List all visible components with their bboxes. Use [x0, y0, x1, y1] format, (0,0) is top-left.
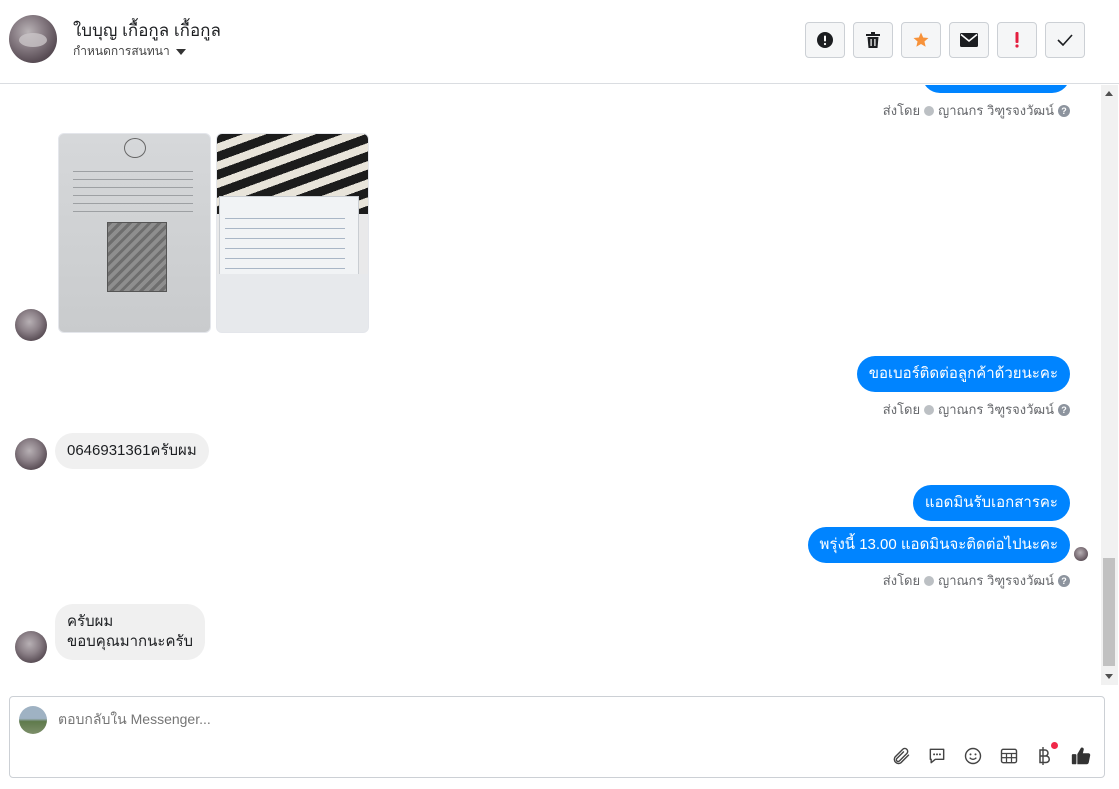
page-avatar: [19, 706, 47, 734]
envelope-icon: [960, 33, 978, 47]
seal-icon: [124, 138, 146, 158]
message-line: ขอบคุณมากนะครับ: [67, 633, 194, 650]
follow-up-button[interactable]: [997, 22, 1037, 58]
mark-unread-button[interactable]: [949, 22, 989, 58]
contact-avatar-small: [15, 438, 47, 470]
reply-composer: [9, 696, 1105, 778]
scroll-up-icon[interactable]: [1105, 91, 1113, 96]
reply-input[interactable]: [58, 711, 858, 727]
message-list[interactable]: ส่งโดย ญาณกร วิฑูรจงวัฒน์ ? ขอเบอร์ติดต่…: [0, 85, 1100, 685]
contact-avatar-small: [15, 631, 47, 663]
photo-attachment-document[interactable]: [58, 133, 211, 333]
caret-down-icon: [175, 48, 186, 55]
incoming-message[interactable]: 0646931361ครับผม: [55, 433, 209, 469]
baht-icon[interactable]: [1034, 742, 1058, 767]
check-circle-icon: [924, 575, 935, 586]
outgoing-message[interactable]: พรุ่งนี้ 13.00 แอดมินจะติดต่อไปนะคะ: [807, 527, 1070, 563]
composer-actions: [890, 742, 1092, 767]
photo-attachment-receipt[interactable]: [216, 133, 369, 333]
sent-by-line: ส่งโดย ญาณกร วิฑูรจงวัฒน์ ?: [883, 399, 1070, 420]
sender-name: ญาณกร วิฑูรจงวัฒน์: [938, 402, 1054, 417]
contact-name[interactable]: ใบบุญ เกื้อกูล เกื้อกูล: [73, 17, 221, 44]
outgoing-message[interactable]: ขอเบอร์ติดต่อลูกค้าด้วยนะคะ: [856, 356, 1070, 392]
trash-icon: [866, 32, 880, 48]
document-map: [107, 222, 167, 292]
assign-conversation-dropdown[interactable]: กำหนดการสนทนา: [73, 42, 186, 61]
star-icon: [913, 32, 929, 47]
mark-done-button[interactable]: [1045, 22, 1085, 58]
saved-reply-icon[interactable]: [926, 745, 948, 767]
outgoing-message-partial[interactable]: [922, 85, 1070, 93]
paperclip-icon[interactable]: [890, 745, 912, 767]
contact-avatar[interactable]: [9, 15, 57, 63]
help-icon[interactable]: ?: [1058, 574, 1070, 587]
conversation-header: ใบบุญ เกื้อกูล เกื้อกูล กำหนดการสนทนา: [0, 0, 1119, 84]
conversation-toolbar: [805, 22, 1085, 58]
help-icon[interactable]: ?: [1058, 403, 1070, 416]
assign-label: กำหนดการสนทนา: [73, 44, 170, 58]
star-button[interactable]: [901, 22, 941, 58]
check-circle-icon: [924, 105, 935, 116]
document-lines: [73, 164, 193, 214]
message-line: ครับผม: [67, 613, 114, 630]
check-circle-icon: [924, 404, 935, 415]
receipt-rows: [225, 209, 345, 269]
sent-by-line: ส่งโดย ญาณกร วิฑูรจงวัฒน์ ?: [883, 100, 1070, 121]
sender-name: ญาณกร วิฑูรจงวัฒน์: [938, 103, 1054, 118]
checkmark-icon: [1057, 34, 1073, 46]
thumbs-up-icon[interactable]: [1070, 745, 1092, 767]
receipt-paper-lower: [217, 274, 368, 332]
spam-button[interactable]: [805, 22, 845, 58]
incoming-message[interactable]: ครับผม ขอบคุณมากนะครับ: [55, 604, 206, 660]
message-scrollbar[interactable]: [1101, 85, 1118, 685]
sent-by-label: ส่งโดย: [882, 573, 921, 588]
notification-dot: [1051, 742, 1058, 749]
seen-avatar: [1074, 547, 1088, 561]
sent-by-label: ส่งโดย: [882, 402, 921, 417]
sent-by-line: ส่งโดย ญาณกร วิฑูรจงวัฒน์ ?: [883, 570, 1070, 591]
help-icon[interactable]: ?: [1058, 104, 1070, 117]
exclamation-icon: [1015, 32, 1019, 48]
delete-button[interactable]: [853, 22, 893, 58]
alert-circle-icon: [817, 32, 833, 48]
emoji-icon[interactable]: [962, 745, 984, 767]
table-icon[interactable]: [998, 745, 1020, 767]
sender-name: ญาณกร วิฑูรจงวัฒน์: [938, 573, 1054, 588]
contact-avatar-small: [15, 309, 47, 341]
scrollbar-thumb[interactable]: [1103, 558, 1115, 666]
sent-by-label: ส่งโดย: [882, 103, 921, 118]
outgoing-message[interactable]: แอดมินรับเอกสารคะ: [912, 485, 1070, 521]
inbox-conversation: ใบบุญ เกื้อกูล เกื้อกูล กำหนดการสนทนา ส่…: [0, 0, 1119, 789]
scroll-down-icon[interactable]: [1105, 674, 1113, 679]
